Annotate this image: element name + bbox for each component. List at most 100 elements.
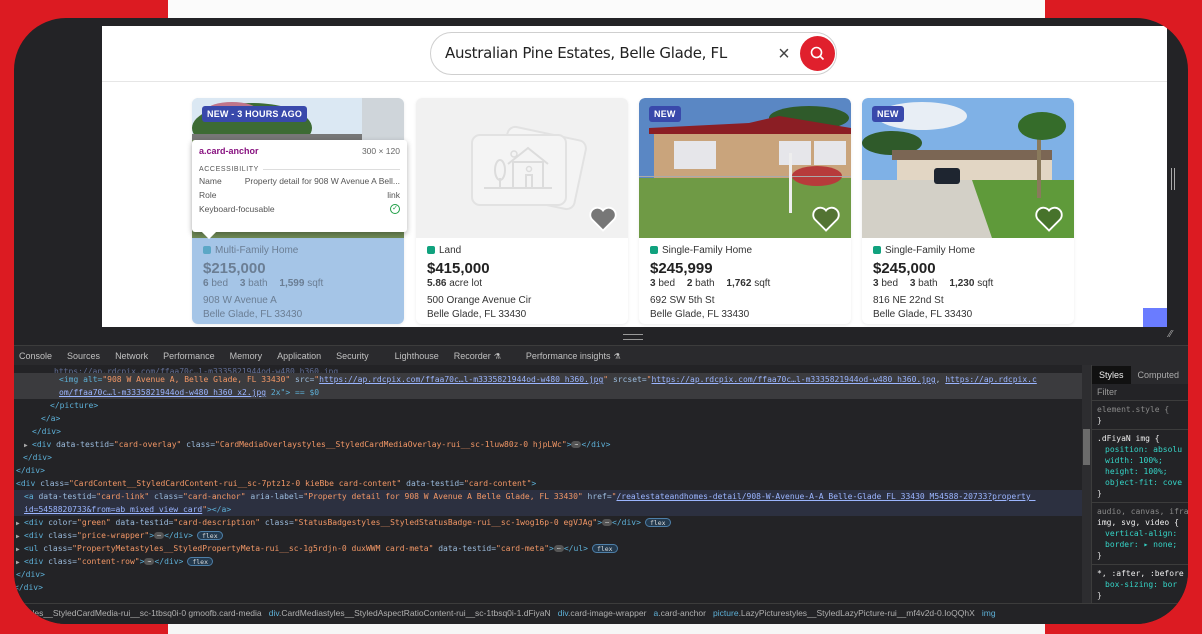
floating-widget[interactable] — [1143, 308, 1167, 327]
dom-line[interactable]: </picture> — [14, 399, 1082, 412]
tab-lighthouse[interactable]: Lighthouse — [395, 351, 439, 361]
dom-line-card-content[interactable]: <div class="CardContent__StyledCardConte… — [14, 477, 1082, 490]
ellipsis-icon[interactable]: … — [553, 545, 564, 552]
scrollbar-thumb[interactable] — [1083, 429, 1090, 465]
ellipsis-icon[interactable]: … — [144, 558, 155, 565]
css-property[interactable]: object-fit: cove — [1097, 477, 1183, 488]
dom-line-card-anchor[interactable]: <a data-testid="card-link" class="card-a… — [14, 490, 1082, 503]
dom-attr-value: "card-link" — [96, 492, 150, 501]
listing-photo-placeholder[interactable] — [416, 98, 628, 238]
tab-console[interactable]: Console — [19, 351, 52, 361]
dom-line-img-selected[interactable]: <img alt="908 W Avenue A, Belle Glade, F… — [14, 373, 1082, 386]
dom-url[interactable]: id=5458820733&from=ab_mixed_view_card — [24, 505, 202, 514]
dom-line[interactable]: </div> — [14, 581, 1082, 594]
close-icon[interactable]: × — [774, 44, 794, 64]
dom-url[interactable]: om/ffaa70c…l-m3335821944od-w480_h360_x2.… — [59, 388, 266, 397]
search-input[interactable] — [445, 44, 765, 62]
listing-price: $215,000 — [203, 260, 266, 277]
breadcrumb-item[interactable]: div.CardMediastyles__StyledAspectRatioCo… — [269, 608, 551, 618]
tab-sources[interactable]: Sources — [67, 351, 100, 361]
dom-line[interactable]: </div> — [14, 464, 1082, 477]
dom-line-card-overlay[interactable]: ▶ <div data-testid="card-overlay" class="… — [14, 438, 1082, 451]
elements-scrollbar[interactable] — [1082, 365, 1091, 603]
ellipsis-icon[interactable]: … — [602, 519, 613, 526]
inspect-tooltip: a.card-anchor 300 × 120 ACCESSIBILITY Na… — [192, 140, 407, 240]
css-rule[interactable]: element.style { } — [1092, 401, 1188, 430]
breadcrumb-item[interactable]: picture.LazyPicturestyles__StyledLazyPic… — [713, 608, 975, 618]
css-rule[interactable]: *, :after, :before box-sizing: bor } — [1092, 565, 1188, 605]
dom-line[interactable]: </a> — [14, 412, 1082, 425]
vertical-resize-handle[interactable] — [1171, 168, 1175, 190]
breadcrumb-item[interactable]: img — [982, 608, 996, 618]
dom-line-price-wrapper[interactable]: ▶ <div class="price-wrapper">… </div> flex — [14, 529, 1082, 542]
styles-filter-input[interactable]: Filter — [1092, 384, 1188, 401]
breadcrumb-item[interactable]: …les__StyledCardMedia-rui__sc-1tbsq0i-0 … — [24, 608, 262, 618]
flex-badge[interactable]: flex — [591, 544, 618, 553]
lot-value: 5.86 — [427, 278, 447, 289]
css-property[interactable]: vertical-align: — [1097, 528, 1183, 539]
elements-tree[interactable]: https://ap.rdcpix.c om/ffaa70c…l-m3335821… — [14, 365, 1082, 603]
dom-line[interactable]: </div> — [14, 451, 1082, 464]
listing-card[interactable]: NEW Single-Family Home $245,000 3 bed 3 … — [862, 98, 1074, 324]
ellipsis-icon[interactable]: … — [154, 532, 165, 539]
dom-url[interactable]: https://ap.rdcpix.c — [945, 375, 1037, 384]
css-property[interactable]: width: 100%; — [1097, 455, 1183, 466]
flex-badge[interactable]: flex — [196, 531, 223, 540]
css-property[interactable]: border: ▸ none; — [1097, 539, 1183, 550]
dom-url[interactable]: /realestateandhomes-detail/908-W-Avenue-… — [616, 492, 1035, 501]
dom-line-card-description[interactable]: ▶ <div color="green" data-testid="card-de… — [14, 516, 1082, 529]
css-property[interactable]: box-sizing: bor — [1097, 579, 1183, 590]
flex-badge[interactable]: flex — [187, 557, 214, 566]
dom-url[interactable]: https://ap.rdcpix.com/ffaa70c…l-m3335821… — [651, 375, 935, 384]
favorite-heart-icon[interactable] — [811, 204, 841, 232]
dom-line[interactable]: </div> — [14, 425, 1082, 438]
ellipsis-icon[interactable]: … — [571, 441, 582, 448]
status-dot-icon — [650, 246, 658, 254]
css-property[interactable]: height: 100%; — [1097, 466, 1183, 477]
favorite-heart-icon[interactable] — [1034, 204, 1064, 232]
search-button[interactable] — [800, 36, 835, 71]
breadcrumb-item[interactable]: a.card-anchor — [654, 608, 706, 618]
sqft-label: sqft — [307, 278, 324, 289]
devtools-drag-handle[interactable] — [623, 334, 643, 340]
dom-line-card-anchor-cont[interactable]: id=5458820733&from=ab_mixed_view_card"><… — [14, 503, 1082, 516]
listing-photo[interactable]: NEW — [862, 98, 1074, 238]
dom-url[interactable]: https://ap.rdcpix.com/ffaa70c…l-m3335821… — [319, 375, 603, 384]
listing-address[interactable]: 692 SW 5th St Belle Glade, FL 33430 — [650, 294, 840, 322]
flask-icon: ⚗ — [493, 351, 501, 361]
tab-recorder[interactable]: Recorder ⚗ — [454, 351, 501, 361]
dom-line-img-selected-cont[interactable]: om/ffaa70c…l-m3335821944od-w480_h360_x2.… — [14, 386, 1082, 399]
tab-network[interactable]: Network — [115, 351, 148, 361]
dom-tag: </a> — [41, 414, 61, 423]
beds-label: bed — [881, 278, 899, 289]
favorite-heart-icon[interactable] — [588, 204, 618, 232]
css-rule[interactable]: audio, canvas, ifra img, svg, video { ve… — [1092, 503, 1188, 565]
listing-address[interactable]: 816 NE 22nd St Belle Glade, FL 33430 — [873, 294, 1063, 322]
css-property[interactable]: position: absolu — [1097, 444, 1183, 455]
styles-tab-bar: Styles Computed — [1092, 365, 1188, 384]
tab-application[interactable]: Application — [277, 351, 321, 361]
dom-line[interactable]: </div> — [14, 568, 1082, 581]
dom-line-card-meta[interactable]: ▶ <ul class="PropertyMetastyles__StyledPr… — [14, 542, 1082, 555]
listing-card[interactable]: NEW Single-Family Home $245,999 3 bed 2 … — [639, 98, 851, 324]
listing-card[interactable]: Land $415,000 5.86 acre lot 500 Orange A… — [416, 98, 628, 324]
tab-performance-insights[interactable]: Performance insights ⚗ — [526, 351, 621, 361]
tab-memory[interactable]: Memory — [230, 351, 263, 361]
dom-attr-value: "card-anchor" — [182, 492, 246, 501]
css-rule[interactable]: .dFiyaN img { position: absolu width: 10… — [1092, 430, 1188, 503]
tab-security[interactable]: Security — [336, 351, 369, 361]
listing-photo[interactable]: NEW — [639, 98, 851, 238]
breadcrumb-item[interactable]: div.card-image-wrapper — [558, 608, 647, 618]
tab-styles[interactable]: Styles — [1092, 365, 1131, 384]
dom-line-content-row[interactable]: ▶ <div class="content-row">… </div> flex — [14, 555, 1082, 568]
dom-selected-marker: 2x"> == $0 — [266, 388, 320, 397]
tab-performance[interactable]: Performance — [163, 351, 215, 361]
flex-badge[interactable]: flex — [644, 518, 671, 527]
sqft-label: sqft — [977, 278, 994, 289]
tab-computed[interactable]: Computed — [1131, 366, 1187, 384]
listing-price: $415,000 — [427, 260, 490, 277]
resize-corner-icon[interactable]: ⁄⁄ — [1169, 329, 1181, 341]
tooltip-section-title: ACCESSIBILITY — [199, 166, 400, 173]
listing-address[interactable]: 908 W Avenue A Belle Glade, FL 33430 — [203, 294, 393, 322]
listing-address[interactable]: 500 Orange Avenue Cir Belle Glade, FL 33… — [427, 294, 617, 322]
